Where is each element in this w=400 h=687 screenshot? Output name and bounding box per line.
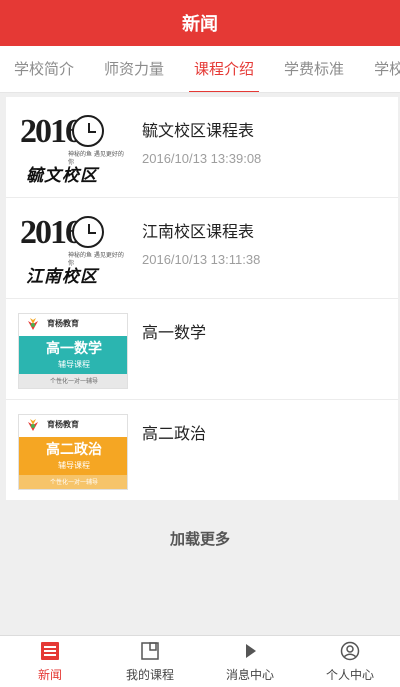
thumb-band: 高二政治 辅导课程 [19, 437, 127, 475]
news-icon [39, 640, 61, 662]
play-icon [239, 640, 261, 662]
list-item[interactable]: 育杨教育 高一数学 辅导课程 个性化一对一辅导 高一数学 [6, 299, 398, 400]
thumb-band: 高一数学 辅导课程 [19, 336, 127, 374]
news-list: 2016 神秘的鱼 遇见更好的你 毓文校区 毓文校区课程表 2016/10/13… [6, 97, 398, 500]
book-icon [139, 640, 161, 662]
tab-school-more[interactable]: 学校 [359, 46, 400, 92]
thumb-year: 2016 [20, 113, 82, 150]
tab-teachers[interactable]: 师资力量 [89, 46, 179, 92]
thumb-sub: 辅导课程 [58, 359, 90, 369]
item-thumbnail: 育杨教育 高二政治 辅导课程 个性化一对一辅导 [18, 414, 128, 490]
item-thumbnail: 2016 神秘的鱼 遇见更好的你 江南校区 [18, 212, 128, 288]
clock-icon [72, 216, 104, 248]
tab-tuition[interactable]: 学费标准 [269, 46, 359, 92]
logo-icon [28, 318, 38, 330]
thumb-foot: 个性化一对一辅导 [19, 374, 127, 388]
list-item[interactable]: 2016 神秘的鱼 遇见更好的你 江南校区 江南校区课程表 2016/10/13… [6, 198, 398, 299]
logo-icon [28, 419, 38, 431]
thumb-brand: 育杨教育 [47, 420, 79, 429]
list-item[interactable]: 育杨教育 高二政治 辅导课程 个性化一对一辅导 高二政治 [6, 400, 398, 501]
category-tabs: 学校简介 师资力量 课程介绍 学费标准 学校 [0, 46, 400, 93]
thumb-sub: 辅导课程 [58, 460, 90, 470]
bottom-nav: 新闻 我的课程 消息中心 个人中心 [0, 635, 400, 687]
item-date: 2016/10/13 13:11:38 [142, 252, 261, 267]
nav-label: 个人中心 [325, 668, 374, 682]
item-date: 2016/10/13 13:39:08 [142, 151, 262, 166]
user-icon [339, 640, 361, 662]
thumb-top: 育杨教育 [19, 314, 127, 336]
nav-label: 消息中心 [225, 668, 274, 682]
nav-label: 新闻 [37, 668, 62, 682]
page-title: 新闻 [182, 14, 218, 35]
tab-courses[interactable]: 课程介绍 [179, 46, 269, 92]
thumb-brush-text: 江南校区 [26, 267, 98, 287]
app-header: 新闻 [0, 0, 400, 46]
item-title: 江南校区课程表 [142, 222, 255, 241]
nav-label: 我的课程 [125, 668, 174, 682]
list-item[interactable]: 2016 神秘的鱼 遇见更好的你 毓文校区 毓文校区课程表 2016/10/13… [6, 97, 398, 198]
item-title: 高二政治 [142, 424, 207, 443]
thumb-foot: 个性化一对一辅导 [19, 475, 127, 489]
load-more-button[interactable]: 加载更多 [0, 528, 400, 549]
nav-profile[interactable]: 个人中心 [300, 636, 400, 687]
nav-my-courses[interactable]: 我的课程 [100, 636, 200, 687]
thumb-brand: 育杨教育 [47, 319, 79, 328]
item-thumbnail: 育杨教育 高一数学 辅导课程 个性化一对一辅导 [18, 313, 128, 389]
nav-news[interactable]: 新闻 [0, 636, 100, 687]
item-title: 高一数学 [142, 323, 207, 342]
thumb-subject: 高二政治 [46, 441, 102, 458]
thumb-brush-text: 毓文校区 [26, 166, 98, 186]
tab-school-intro[interactable]: 学校简介 [0, 46, 89, 92]
item-thumbnail: 2016 神秘的鱼 遇见更好的你 毓文校区 [18, 111, 128, 187]
thumb-year: 2016 [20, 214, 82, 251]
clock-icon [72, 115, 104, 147]
item-title: 毓文校区课程表 [142, 121, 255, 140]
thumb-subject: 高一数学 [46, 340, 102, 357]
nav-messages[interactable]: 消息中心 [200, 636, 300, 687]
thumb-top: 育杨教育 [19, 415, 127, 437]
